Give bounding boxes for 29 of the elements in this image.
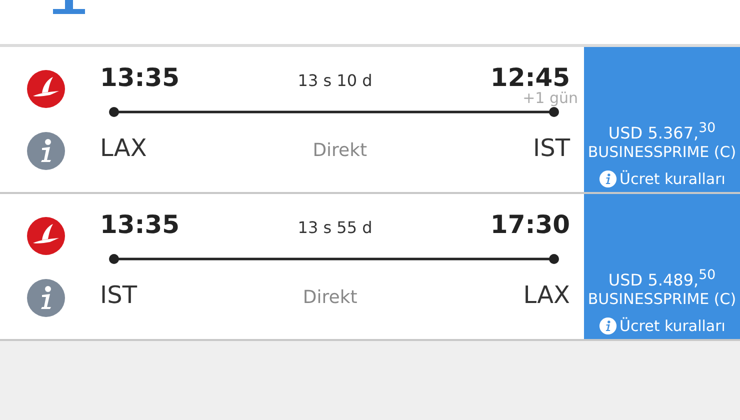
price-amount: USD 5.367,$^{30}$ [608, 121, 716, 142]
fare-class: BUSINESSPRIME (C) [587, 142, 737, 162]
fare-class: BUSINESSPRIME (C) [587, 290, 737, 309]
flight-duration: 13 s 55 d [298, 218, 372, 237]
info-icon[interactable] [26, 130, 66, 170]
airline-logo-icon [26, 216, 66, 256]
day-offset: +1 gün [522, 89, 578, 107]
arrival-time: 17:30 [490, 210, 570, 239]
price-amount: USD 5.489,$^{50}$ [608, 268, 716, 290]
info-icon[interactable] [598, 170, 617, 188]
origin-airport: IST [100, 281, 137, 309]
origin-airport: LAX [100, 134, 147, 162]
flight-duration: 13 s 10 d [298, 71, 372, 90]
fare-panel[interactable]: USD 5.367,$^{30}$ BUSINESSPRIME (C) Ücret kuralları [584, 47, 740, 192]
stops-label: Direkt [312, 140, 368, 161]
flight-card[interactable]: 13:35 13 s 10 d 12:45 +1 gün LAX Direkt IST USD 5.367,$^{30}$ BUSINESSPRIME (C) Ücret kuralları [0, 47, 740, 194]
stops-label: Direkt [302, 287, 358, 308]
destination-airport: IST [533, 134, 570, 162]
flight-card[interactable]: 13:35 13 s 55 d 17:30 IST Direkt LAX USD 5.489,$^{50}$ BUSINESSPRIME (C) Ücret kuralları [0, 194, 740, 341]
fare-rules-link[interactable]: Ücret kuralları [620, 170, 726, 188]
arrival-time: 12:45 [490, 63, 570, 92]
departure-time: 13:35 [100, 210, 180, 239]
info-icon[interactable] [26, 278, 66, 318]
info-icon[interactable] [598, 317, 617, 335]
fare-rules-link[interactable]: Ücret kuralları [620, 317, 726, 335]
fare-panel[interactable]: USD 5.489,$^{50}$ BUSINESSPRIME (C) Ücret kuralları [584, 194, 740, 339]
departure-time: 13:35 [100, 63, 180, 92]
destination-airport: LAX [523, 281, 570, 309]
airline-logo-icon [26, 68, 66, 108]
